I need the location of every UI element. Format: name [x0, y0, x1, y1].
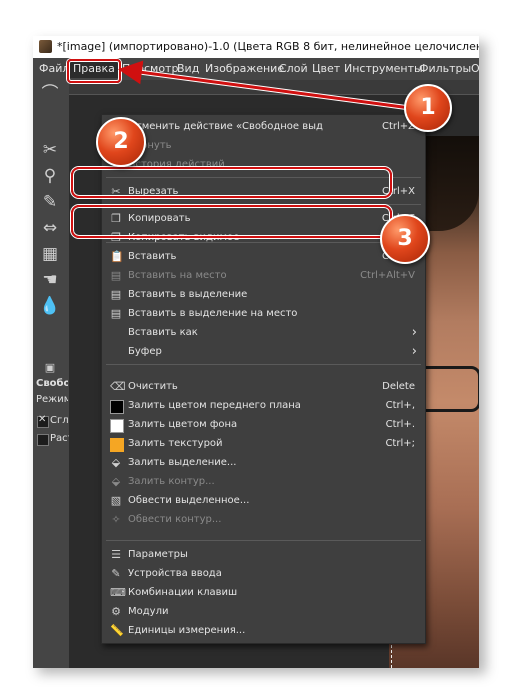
callout-badge-1: 1	[404, 84, 452, 132]
callout-badge-3: 3	[380, 214, 430, 264]
callout-badge-2: 2	[96, 117, 146, 167]
